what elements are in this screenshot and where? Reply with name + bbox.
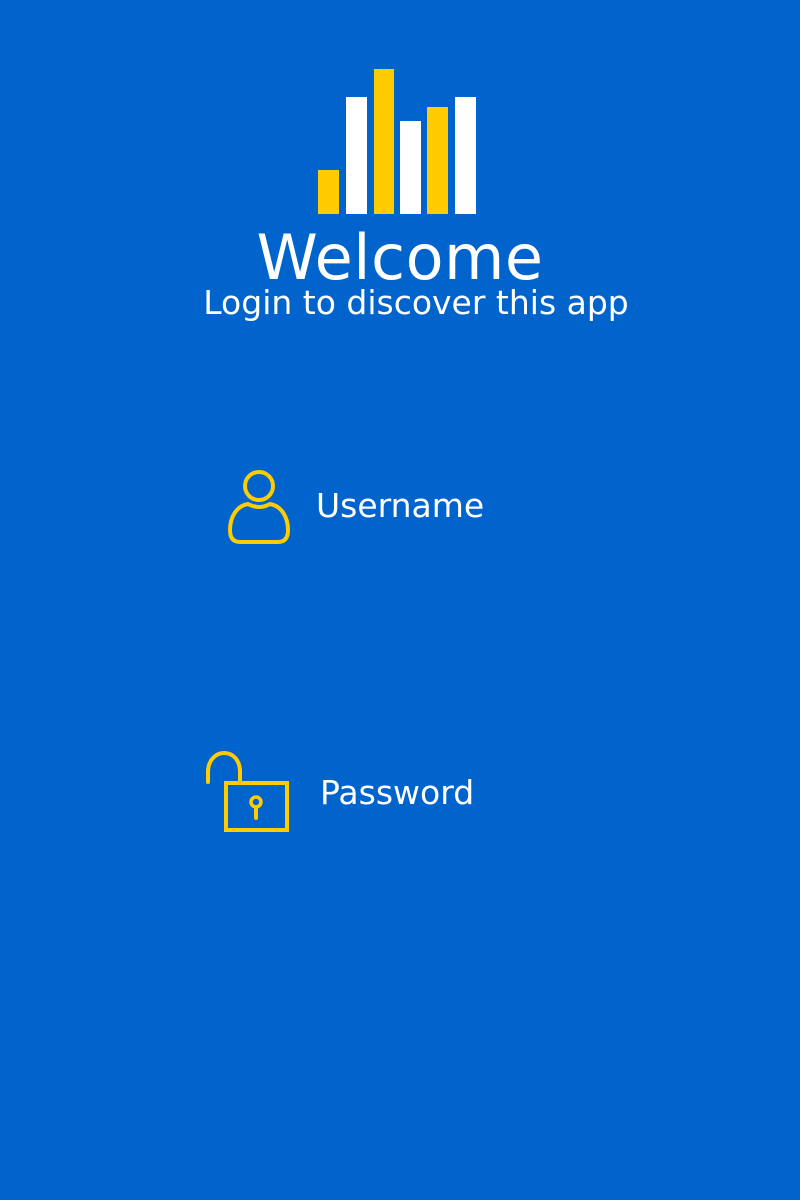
password-field[interactable]: Password bbox=[204, 750, 474, 836]
logo-bar bbox=[455, 97, 476, 214]
app-logo bbox=[318, 69, 478, 214]
logo-bar bbox=[374, 69, 394, 214]
password-placeholder: Password bbox=[320, 773, 475, 812]
logo-bar bbox=[346, 97, 367, 214]
unlocked-padlock-icon bbox=[206, 750, 289, 832]
user-icon bbox=[228, 470, 290, 544]
username-field[interactable]: Username bbox=[226, 466, 484, 546]
logo-bar bbox=[427, 107, 448, 214]
username-placeholder: Username bbox=[316, 486, 485, 525]
logo-bar bbox=[318, 170, 339, 214]
welcome-subtitle: Login to discover this app bbox=[203, 283, 629, 322]
logo-bar bbox=[400, 121, 421, 214]
